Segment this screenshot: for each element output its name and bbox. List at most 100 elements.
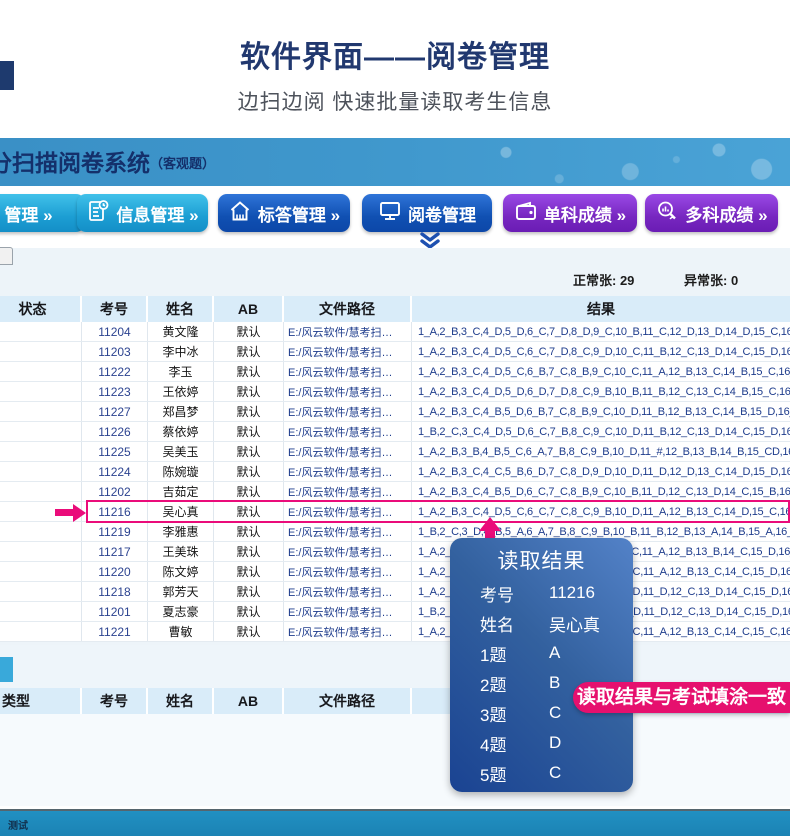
nav-button-single-subject-score[interactable]: 单科成绩 »	[503, 194, 637, 232]
nav-button-grading-manage[interactable]: 阅卷管理	[362, 194, 492, 232]
cell-path: E:/风云软件/慧考扫…	[284, 542, 412, 561]
popup-field-exam-no: 考号 11216	[480, 578, 600, 608]
cell-path: E:/风云软件/慧考扫…	[284, 402, 412, 421]
cell-ab: 默认	[214, 442, 284, 461]
table-row[interactable]: 11217王美珠默认E:/风云软件/慧考扫…1_A,2_B,3_C,4_D,5_…	[0, 542, 790, 562]
column-header-status[interactable]: 状态	[0, 296, 82, 322]
cell-result: 1_A,2_B,3_C,4_B,5_D,6_B,7_C,8_B,9_C,10_D…	[412, 402, 790, 421]
cell-name: 王依婷	[148, 382, 214, 401]
page-title: 软件界面——阅卷管理	[0, 32, 790, 76]
popup-field-name: 姓名 吴心真	[480, 608, 600, 638]
column-header-path[interactable]: 文件路径	[284, 296, 412, 322]
scan-stats: 正常张: 29 异常张: 0	[0, 266, 790, 292]
cell-exam-no: 11203	[82, 342, 148, 361]
column-header-name[interactable]: 姓名	[148, 296, 214, 322]
column-header-path[interactable]: 文件路径	[284, 688, 412, 714]
column-header-exam-no[interactable]: 考号	[82, 688, 148, 714]
column-header-result[interactable]: 结果	[412, 296, 790, 322]
cell-result: 1_A,2_B,3_C,4_D,5_D,6_C,7_D,8_D,9_C,10_B…	[412, 322, 790, 341]
cell-ab: 默认	[214, 342, 284, 361]
cell-exam-no: 11223	[82, 382, 148, 401]
table-row[interactable]: 11227郑昌梦默认E:/风云软件/慧考扫…1_A,2_B,3_C,4_B,5_…	[0, 402, 790, 422]
table-row[interactable]: 11226蔡依婷默认E:/风云软件/慧考扫…1_B,2_C,3_C,4_D,5_…	[0, 422, 790, 442]
table-row[interactable]: 11204黄文隆默认E:/风云软件/慧考扫…1_A,2_B,3_C,4_D,5_…	[0, 322, 790, 342]
nav-button-label: 管理 »	[4, 201, 52, 226]
cell-exam-no: 11201	[82, 602, 148, 621]
table-row[interactable]: 11201夏志豪默认E:/风云软件/慧考扫…1_B,2_C,3_C,4_D,5_…	[0, 602, 790, 622]
table-row[interactable]: 11221曹敏默认E:/风云软件/慧考扫…1_A,2_B,3_C,4_D,5_C…	[0, 622, 790, 642]
table-row[interactable]: 11222李玉默认E:/风云软件/慧考扫…1_A,2_B,3_C,4_D,5_C…	[0, 362, 790, 382]
cell-name: 陈文婷	[148, 562, 214, 581]
column-header-type[interactable]: 类型	[0, 688, 82, 714]
read-result-popup: 读取结果 考号 11216 姓名 吴心真 1题 A 2题 B 3题 C	[450, 538, 633, 792]
table-row[interactable]: 11223王依婷默认E:/风云软件/慧考扫…1_A,2_B,3_C,4_D,5_…	[0, 382, 790, 402]
wallet-icon	[514, 199, 538, 228]
app-name: 分扫描阅卷系统	[0, 138, 150, 186]
cell-exam-no: 11226	[82, 422, 148, 441]
results-table-body: 11204黄文隆默认E:/风云软件/慧考扫…1_A,2_B,3_C,4_D,5_…	[0, 322, 790, 642]
popup-title: 读取结果	[450, 545, 633, 575]
nav-button-label: 阅卷管理	[408, 201, 476, 226]
column-header-ab[interactable]: AB	[214, 688, 284, 714]
info-doc-icon	[86, 199, 110, 228]
column-header-exam-no[interactable]: 考号	[82, 296, 148, 322]
cell-status	[0, 362, 82, 381]
cell-path: E:/风云软件/慧考扫…	[284, 602, 412, 621]
table-row[interactable]: 11218郭芳天默认E:/风云软件/慧考扫…1_A,2_B,3_C,4_D,5_…	[0, 582, 790, 602]
table-row[interactable]: 11202吉茹定默认E:/风云软件/慧考扫…1_A,2_B,3_C,4_B,5_…	[0, 482, 790, 502]
nav-button-multi-subject-score[interactable]: 多科成绩 »	[645, 194, 778, 232]
popup-field-q1: 1题 A	[480, 638, 600, 668]
cell-result: 1_A,2_B,3_C,4_C,5_B,6_D,7_C,8_D,9_D,10_D…	[412, 462, 790, 481]
cell-name: 曹敏	[148, 622, 214, 641]
panel-tab-cyan[interactable]	[0, 657, 13, 682]
cell-ab: 默认	[214, 482, 284, 501]
nav-button-project-manage[interactable]: 管理 »	[0, 194, 85, 232]
app-window: 软件界面——阅卷管理 边扫边阅 快速批量读取考生信息 分扫描阅卷系统 （客观题）…	[0, 0, 790, 836]
cell-result: 1_A,2_B,3_C,4_D,5_C,6_B,7_C,8_B,9_C,10_C…	[412, 362, 790, 381]
cell-name: 郑昌梦	[148, 402, 214, 421]
panel-corner-tab[interactable]	[0, 247, 13, 265]
cell-exam-no: 11225	[82, 442, 148, 461]
cell-ab: 默认	[214, 502, 284, 521]
column-header-name[interactable]: 姓名	[148, 688, 214, 714]
cell-path: E:/风云软件/慧考扫…	[284, 462, 412, 481]
cell-name: 吴美玉	[148, 442, 214, 461]
status-bar-text: 测试	[8, 817, 28, 832]
cell-exam-no: 11224	[82, 462, 148, 481]
cell-ab: 默认	[214, 602, 284, 621]
cell-exam-no: 11216	[82, 502, 148, 521]
cell-status	[0, 382, 82, 401]
cell-path: E:/风云软件/慧考扫…	[284, 422, 412, 441]
cell-ab: 默认	[214, 522, 284, 541]
cell-name: 陈婉璇	[148, 462, 214, 481]
table-row[interactable]: 11203李中冰默认E:/风云软件/慧考扫…1_A,2_B,3_C,4_D,5_…	[0, 342, 790, 362]
table-row[interactable]: 11216吴心真默认E:/风云软件/慧考扫…1_A,2_B,3_C,4_D,5_…	[0, 502, 790, 522]
table-row[interactable]: 11220陈文婷默认E:/风云软件/慧考扫…1_A,2_B,3_C,4_D,5_…	[0, 562, 790, 582]
cell-result: 1_A,2_B,3_C,4_D,5_C,6_C,7_D,8_C,9_D,10_C…	[412, 342, 790, 361]
cell-name: 王美珠	[148, 542, 214, 561]
nav-button-label: 多科成绩 »	[685, 201, 767, 226]
cell-ab: 默认	[214, 582, 284, 601]
nav-button-label: 信息管理 »	[116, 201, 198, 226]
cell-result: 1_A,2_B,3_C,4_D,5_C,6_C,7_C,8_C,9_B,10_D…	[412, 502, 790, 521]
column-header-ab[interactable]: AB	[214, 296, 284, 322]
cell-exam-no: 11227	[82, 402, 148, 421]
popup-field-q4: 4题 D	[480, 728, 600, 758]
cell-path: E:/风云软件/慧考扫…	[284, 342, 412, 361]
cell-path: E:/风云软件/慧考扫…	[284, 582, 412, 601]
cell-exam-no: 11202	[82, 482, 148, 501]
cell-status	[0, 342, 82, 361]
cell-status	[0, 322, 82, 341]
cell-ab: 默认	[214, 362, 284, 381]
cell-path: E:/风云软件/慧考扫…	[284, 622, 412, 641]
table-row[interactable]: 11224陈婉璇默认E:/风云软件/慧考扫…1_A,2_B,3_C,4_C,5_…	[0, 462, 790, 482]
table-row[interactable]: 11219李雅惠默认E:/风云软件/慧考扫…1_B,2_C,3_D,4_B,5_…	[0, 522, 790, 542]
cell-path: E:/风云软件/慧考扫…	[284, 322, 412, 341]
nav-button-info-manage[interactable]: 信息管理 »	[77, 194, 208, 232]
cell-name: 郭芳天	[148, 582, 214, 601]
cell-exam-no: 11219	[82, 522, 148, 541]
table-row[interactable]: 11225吴美玉默认E:/风云软件/慧考扫…1_A,2_B,3_B,4_B,5_…	[0, 442, 790, 462]
results-panel: 正常张: 29 异常张: 0 状态 考号 姓名 AB 文件路径 结果 11204…	[0, 248, 790, 645]
cell-ab: 默认	[214, 422, 284, 441]
nav-button-answer-manage[interactable]: 标答管理 »	[218, 194, 350, 232]
